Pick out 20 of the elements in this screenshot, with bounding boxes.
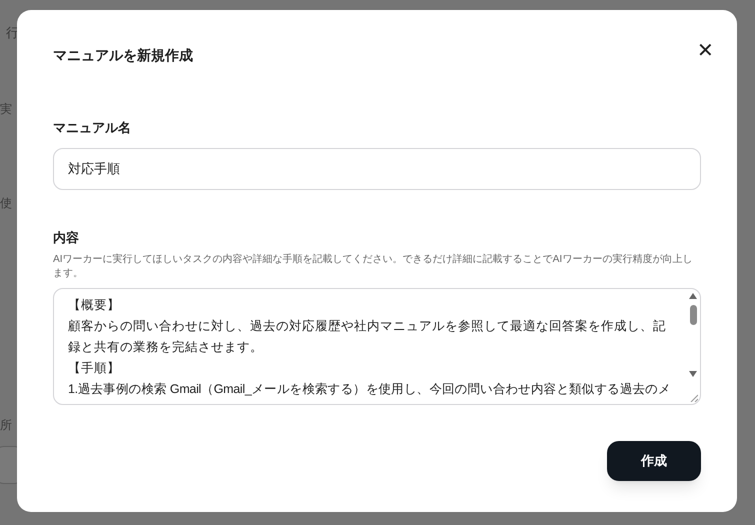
scroll-up-icon[interactable] — [689, 293, 697, 299]
background-text: 行 — [6, 24, 19, 42]
textarea-line: 1.過去事例の検索 Gmail（Gmail_メールを検索する）を使用し、今回の問い合わせ内容と類似する過去のメ — [68, 381, 672, 398]
textarea-line: 【手順】 — [68, 360, 121, 377]
resize-handle-icon[interactable] — [690, 394, 698, 402]
textarea-line: 顧客からの問い合わせに対し、過去の対応履歴や社内マニュアルを参照して最適な回答案を作成し、記録と共有の業務を完結させます。 — [68, 318, 667, 356]
background-label: 使 — [0, 195, 12, 212]
manual-name-input[interactable]: 対応手順 — [53, 148, 701, 190]
content-textarea[interactable]: 【概要】 顧客からの問い合わせに対し、過去の対応履歴や社内マニュアルを参照して最適な回答案を作成し、記録と共有の業務を完結させます。 【手順】 1.過去事例の検索 Gmail（Gmail_メールを検索する）を使用し、今回の問い合わせ内容と類似する過去のメ — [53, 288, 701, 405]
scroll-down-icon[interactable] — [689, 371, 697, 377]
background-label: 所 — [0, 417, 12, 434]
dialog-title: マニュアルを新規作成 — [53, 46, 193, 65]
help-text: AIワーカーに実行してほしいタスクの内容や詳細な手順を記載してください。できるだけ詳細に記載することでAIワーカーの実行精度が向上します。 — [53, 253, 694, 281]
close-button[interactable]: ✕ — [697, 41, 714, 61]
create-button[interactable]: 作成 — [607, 441, 701, 481]
background-label: 実 — [0, 101, 12, 118]
field-label: マニュアル名 — [53, 119, 131, 137]
textarea-line: 【概要】 — [68, 297, 121, 314]
scrollbar-thumb[interactable] — [690, 305, 696, 325]
field-label: 内容 — [53, 228, 79, 246]
